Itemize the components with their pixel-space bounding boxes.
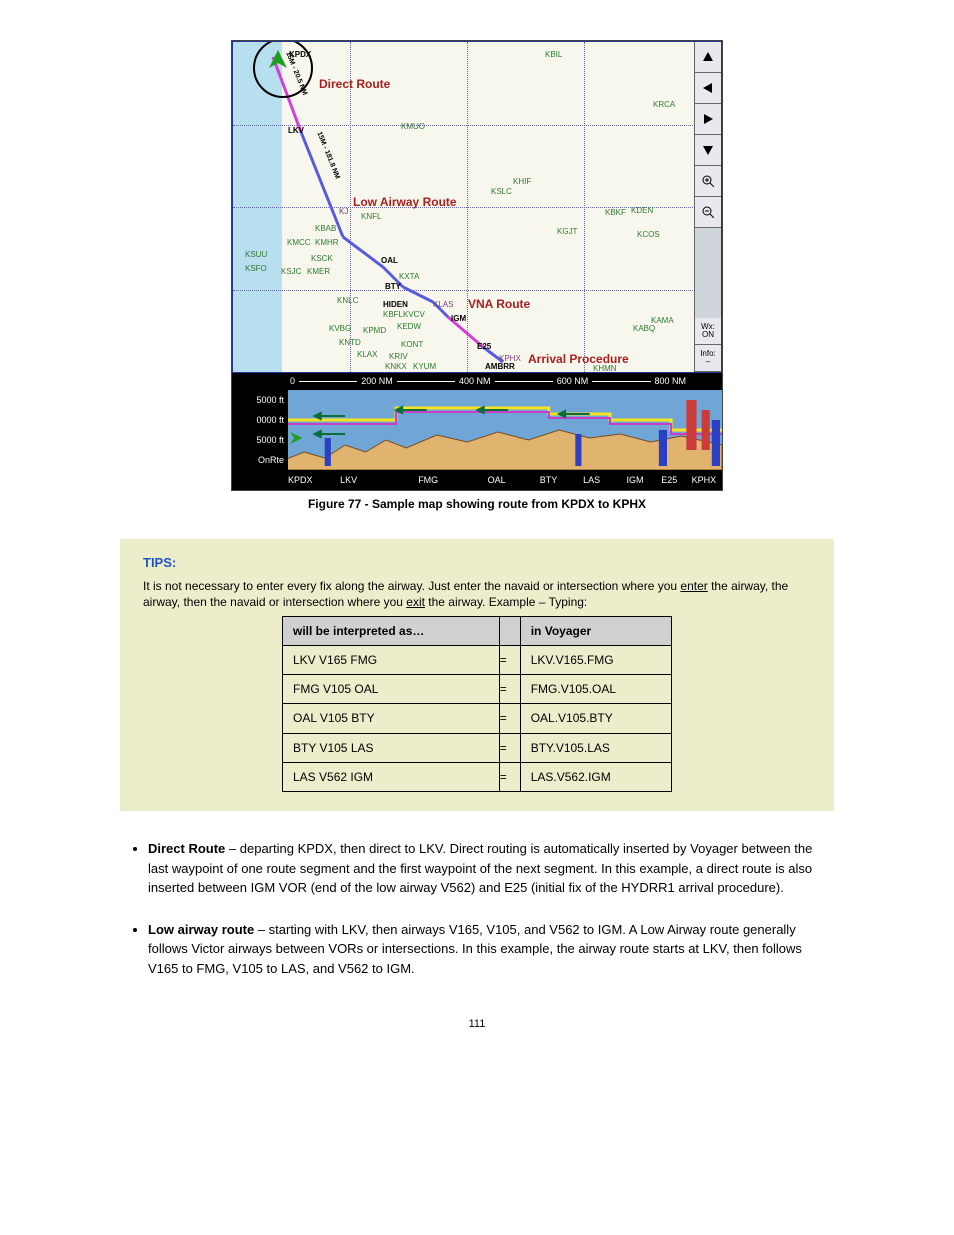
arrow-down-icon xyxy=(702,144,714,156)
wp-kabq: KABQ xyxy=(633,324,655,333)
wp-ksjc: KSJC xyxy=(281,267,301,276)
tip-title: TIPS: xyxy=(143,554,811,572)
wp-knlc: KNLC xyxy=(337,296,358,305)
wp-kbil: KBIL xyxy=(545,50,562,59)
map-view: Direct Route Low Airway Route VNA Route … xyxy=(232,41,722,373)
label-vna-route: VNA Route xyxy=(468,297,530,311)
wp-kntd: KNTD xyxy=(339,338,361,347)
arrow-up-icon xyxy=(702,51,714,63)
table-row: LKV V165 FMG=LKV.V165.FMG xyxy=(283,646,672,675)
wp-kxta: KXTA xyxy=(399,272,419,281)
map-controls: Wx:ON Info:– xyxy=(694,42,721,372)
wp-khmn: KHMN xyxy=(593,364,617,373)
wp-hiden: HIDEN xyxy=(383,300,408,309)
figure-caption: Figure 77 - Sample map showing route fro… xyxy=(120,497,834,511)
tip-intro: It is not necessary to enter every fix a… xyxy=(143,578,811,610)
wp-khif: KHIF xyxy=(513,177,531,186)
map-scale: 0 200 NM 400 NM 600 NM 800 NM xyxy=(232,373,722,389)
zoom-in-icon xyxy=(702,175,714,187)
table-row: LAS V562 IGM=LAS.V562.IGM xyxy=(283,762,672,791)
pan-right-button[interactable] xyxy=(695,104,721,135)
wp-kmcc: KMCC xyxy=(287,238,311,247)
wp-kriv: KRIV xyxy=(389,352,408,361)
wx-toggle[interactable]: Wx:ON xyxy=(695,318,721,345)
label-low-airway: Low Airway Route xyxy=(353,195,457,209)
wp-knkx: KNKX xyxy=(385,362,407,371)
wp-kmuo: KMUO xyxy=(401,122,425,131)
wp-ksck: KSCK xyxy=(311,254,333,263)
table-row: OAL V105 BTY=OAL.V105.BTY xyxy=(283,704,672,733)
wp-kpmd: KPMD xyxy=(363,326,386,335)
wp-kedw: KEDW xyxy=(397,322,421,331)
table-row: FMG V105 OAL=FMG.V105.OAL xyxy=(283,675,672,704)
wp-bty: BTY xyxy=(385,282,401,291)
wp-kgjt: KGJT xyxy=(557,227,577,236)
wp-krca: KRCA xyxy=(653,100,675,109)
table-row: BTY V105 LAS=BTY.V105.LAS xyxy=(283,733,672,762)
page-number: 111 xyxy=(120,1018,834,1030)
wp-kbfl: KBFL xyxy=(383,310,403,319)
wp-ksuu: KSUU xyxy=(245,250,267,259)
profile-x-axis: KPDX LKV FMG OAL BTY LAS IGM E25 KPHX xyxy=(232,470,722,490)
wp-klax: KLAX xyxy=(357,350,377,359)
wp-kyum: KYUM xyxy=(413,362,436,371)
wp-ambrr: AMBRR xyxy=(485,362,515,371)
airway-table: will be interpreted as… in Voyager LKV V… xyxy=(282,616,672,792)
profile-y-axis: 5000 ft 0000 ft 5000 ft OnRte xyxy=(232,390,288,470)
col-sep xyxy=(499,616,520,645)
wp-klas: KLAS xyxy=(433,300,453,309)
wp-knfl: KNFL xyxy=(361,212,381,221)
wp-kvcv: KVCV xyxy=(403,310,425,319)
wp-ksfo: KSFO xyxy=(245,264,267,273)
wp-kj: KJ xyxy=(339,207,348,216)
label-direct-route: Direct Route xyxy=(319,77,390,91)
pan-up-button[interactable] xyxy=(695,42,721,73)
profile-plot xyxy=(284,390,722,470)
tip-box: TIPS: It is not necessary to enter every… xyxy=(120,539,834,811)
wp-kpdx: KPDX xyxy=(289,50,311,59)
wp-kslc: KSLC xyxy=(491,187,512,196)
wp-lkv: LKV xyxy=(288,126,304,135)
info-toggle[interactable]: Info:– xyxy=(695,345,721,372)
wp-kcos: KCOS xyxy=(637,230,660,239)
wp-kmer: KMER xyxy=(307,267,330,276)
zoom-out-icon xyxy=(702,206,714,218)
list-item: Direct Route – departing KPDX, then dire… xyxy=(148,839,834,898)
list-item: Low airway route – starting with LKV, th… xyxy=(148,920,834,979)
wp-kvbg: KVBG xyxy=(329,324,351,333)
wp-kmhr: KMHR xyxy=(315,238,339,247)
route-type-list: Direct Route – departing KPDX, then dire… xyxy=(120,839,834,978)
route-figure: Direct Route Low Airway Route VNA Route … xyxy=(231,40,723,491)
arrow-right-icon xyxy=(702,113,714,125)
arrow-left-icon xyxy=(702,82,714,94)
wp-igm: IGM xyxy=(451,314,466,323)
pan-down-button[interactable] xyxy=(695,135,721,166)
wp-kont: KONT xyxy=(401,340,423,349)
wp-kden: KDEN xyxy=(631,206,653,215)
zoom-out-button[interactable] xyxy=(695,197,721,228)
col-voyager: in Voyager xyxy=(520,616,671,645)
wp-e25: E25 xyxy=(477,342,491,351)
wp-kbkf: KBKF xyxy=(605,208,626,217)
col-interpreted: will be interpreted as… xyxy=(283,616,500,645)
zoom-in-button[interactable] xyxy=(695,166,721,197)
pan-left-button[interactable] xyxy=(695,73,721,104)
wp-oal: OAL xyxy=(381,256,398,265)
vertical-profile: 5000 ft 0000 ft 5000 ft OnRte xyxy=(232,389,722,490)
table-header-row: will be interpreted as… in Voyager xyxy=(283,616,672,645)
wp-kbab: KBAB xyxy=(315,224,336,233)
